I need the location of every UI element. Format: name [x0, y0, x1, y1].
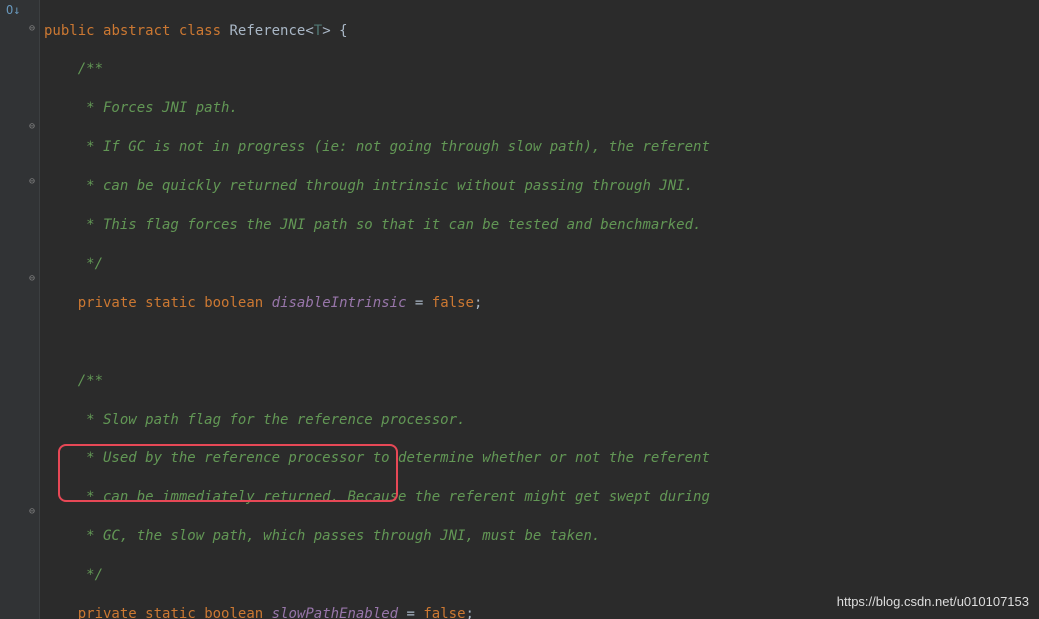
code-line[interactable]: * If GC is not in progress (ie: not goin…: [44, 138, 1039, 157]
code-line[interactable]: public abstract class Reference<T> {: [44, 22, 1039, 41]
code-line[interactable]: * Slow path flag for the reference proce…: [44, 411, 1039, 430]
code-line[interactable]: * can be immediately returned. Because t…: [44, 488, 1039, 507]
code-line[interactable]: */: [44, 566, 1039, 585]
code-line[interactable]: * can be quickly returned through intrin…: [44, 177, 1039, 196]
code-editor: O↓ ⊖ ⊖ ⊖ ⊖ ⊖ public abstract class Refer…: [0, 0, 1039, 619]
fold-icon[interactable]: ⊖: [29, 272, 35, 286]
code-line[interactable]: * This flag forces the JNI path so that …: [44, 216, 1039, 235]
code-line[interactable]: */: [44, 255, 1039, 274]
watermark-text: https://blog.csdn.net/u010107153: [837, 593, 1029, 611]
editor-gutter[interactable]: O↓ ⊖ ⊖ ⊖ ⊖ ⊖: [0, 0, 40, 619]
code-line[interactable]: /**: [44, 60, 1039, 79]
fold-icon[interactable]: ⊖: [29, 505, 35, 519]
code-line[interactable]: /**: [44, 372, 1039, 391]
code-line[interactable]: [44, 333, 1039, 352]
fold-icon[interactable]: ⊖: [29, 120, 35, 134]
fold-icon[interactable]: ⊖: [29, 175, 35, 189]
code-line[interactable]: * Forces JNI path.: [44, 99, 1039, 118]
code-line[interactable]: * Used by the reference processor to det…: [44, 449, 1039, 468]
code-line[interactable]: private static boolean disableIntrinsic …: [44, 294, 1039, 313]
code-line[interactable]: * GC, the slow path, which passes throug…: [44, 527, 1039, 546]
code-content[interactable]: public abstract class Reference<T> { /**…: [40, 0, 1039, 619]
fold-icon[interactable]: ⊖: [29, 22, 35, 36]
override-icon[interactable]: O↓: [6, 2, 20, 19]
